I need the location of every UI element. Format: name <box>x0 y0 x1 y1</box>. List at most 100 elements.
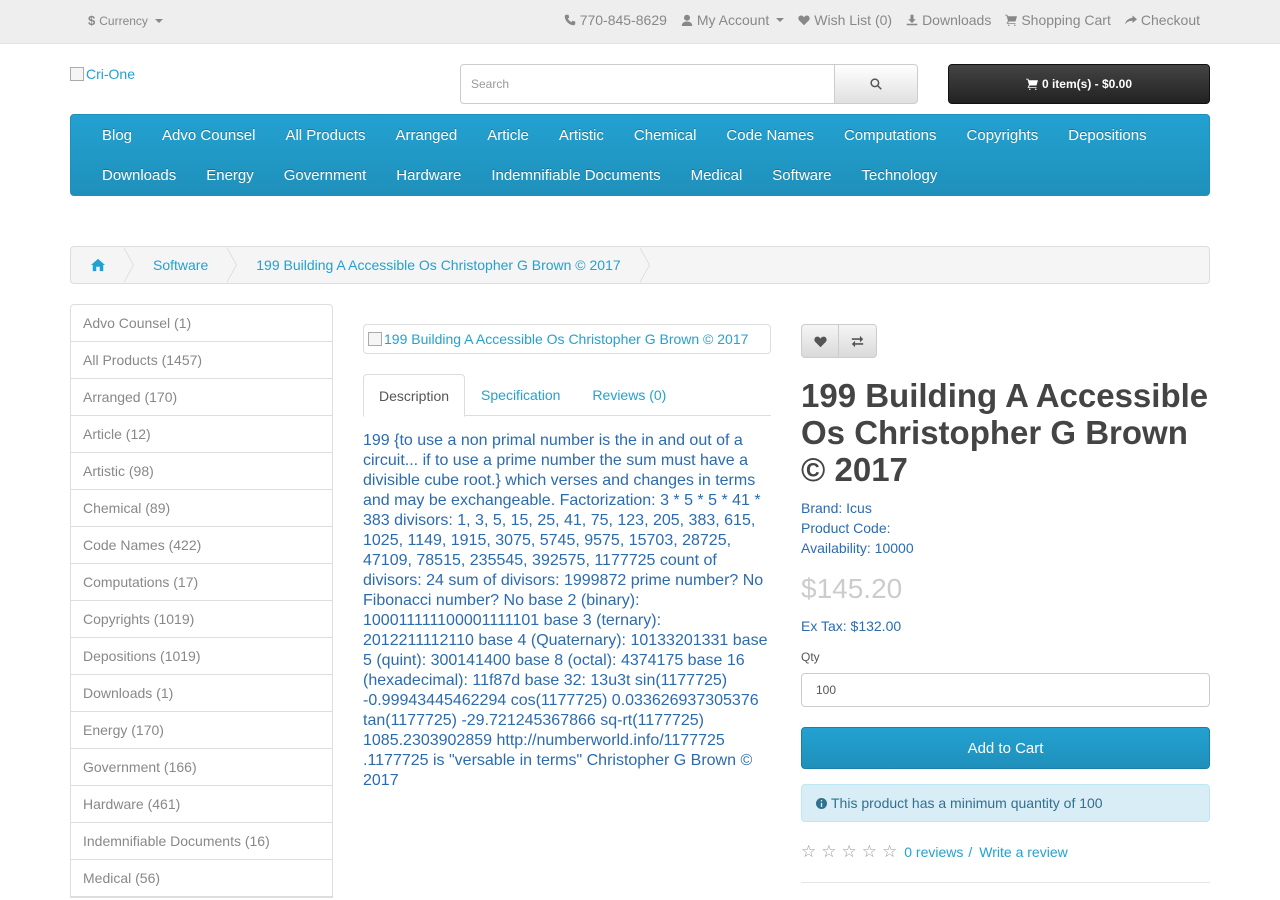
phone-link[interactable]: 770-845-8629 <box>564 12 667 28</box>
menu-item-copyrights[interactable]: Copyrights <box>952 127 1054 144</box>
breadcrumb-product-label: 199 Building A Accessible Os Christopher… <box>256 257 621 273</box>
quantity-input[interactable] <box>801 673 1210 707</box>
menu-item-chemical[interactable]: Chemical <box>619 127 712 144</box>
sidebar-item-computations[interactable]: Computations (17) <box>71 564 332 601</box>
separator: / <box>968 843 973 860</box>
product-image-alt: 199 Building A Accessible Os Christopher… <box>384 331 749 347</box>
menu-item-hardware[interactable]: Hardware <box>381 167 476 184</box>
tab-specification[interactable]: Specification <box>465 374 576 416</box>
top-links: 770-845-8629 My Account Wish List (0) Do… <box>564 12 1200 28</box>
sidebar-item-code-names[interactable]: Code Names (422) <box>71 527 332 564</box>
my-account-label: My Account <box>696 12 770 28</box>
currency-dropdown[interactable]: $ Currency <box>88 13 163 28</box>
star-empty-icon: ☆ <box>861 842 877 861</box>
search-input[interactable] <box>460 64 835 104</box>
menu-item-blog[interactable]: Blog <box>87 127 147 144</box>
checkout-link[interactable]: Checkout <box>1124 12 1200 28</box>
reviews-link[interactable]: 0 reviews <box>904 844 963 860</box>
menu-item-all-products[interactable]: All Products <box>270 127 380 144</box>
menu-item-advo-counsel[interactable]: Advo Counsel <box>147 127 270 144</box>
sidebar-item-advo-counsel[interactable]: Advo Counsel (1) <box>71 305 332 342</box>
wish-list-link[interactable]: Wish List (0) <box>798 12 892 28</box>
menu-item-technology[interactable]: Technology <box>846 167 952 184</box>
sidebar-item-copyrights[interactable]: Copyrights (1019) <box>71 601 332 638</box>
product-title: 199 Building A Accessible Os Christopher… <box>801 377 1209 488</box>
product-thumbnail[interactable]: 199 Building A Accessible Os Christopher… <box>363 324 771 354</box>
menu-item-government[interactable]: Government <box>269 167 382 184</box>
brand-row: Brand: Icus <box>801 498 914 518</box>
search-button[interactable] <box>835 64 918 104</box>
sidebar-item-government[interactable]: Government (166) <box>71 749 332 786</box>
menu-item-downloads[interactable]: Downloads <box>87 167 191 184</box>
star-empty-icon: ☆ <box>841 842 857 861</box>
menu-item-arranged[interactable]: Arranged <box>380 127 472 144</box>
ex-tax-price: Ex Tax: $132.00 <box>801 618 902 634</box>
breadcrumb-category[interactable]: Software <box>133 247 238 283</box>
product-meta: Brand: Icus Product Code: Availability: … <box>801 498 914 558</box>
info-circle-icon <box>816 797 827 809</box>
sidebar-item-artistic[interactable]: Artistic (98) <box>71 453 332 490</box>
menu-item-code-names[interactable]: Code Names <box>711 127 829 144</box>
sidebar-item-indemnifiable-documents[interactable]: Indemnifiable Documents (16) <box>71 823 332 860</box>
product-tabs: Description Specification Reviews (0) <box>363 374 771 417</box>
top-bar: $ Currency 770-845-8629 My Account Wish … <box>0 0 1280 44</box>
sidebar-item-hardware[interactable]: Hardware (461) <box>71 786 332 823</box>
menu-item-article[interactable]: Article <box>472 127 544 144</box>
availability-value: 10000 <box>874 540 914 556</box>
currency-label: Currency <box>99 13 148 28</box>
sidebar-item-medical[interactable]: Medical (56) <box>71 860 332 897</box>
logo-link[interactable]: Cri-One <box>70 66 135 82</box>
wish-list-label: Wish List (0) <box>814 12 893 28</box>
cart-button[interactable]: 0 item(s) - $0.00 <box>948 64 1210 104</box>
breadcrumb: Software 199 Building A Accessible Os Ch… <box>70 246 1210 284</box>
search-group <box>460 64 918 104</box>
sidebar-item-depositions[interactable]: Depositions (1019) <box>71 638 332 675</box>
phone-icon <box>564 14 575 26</box>
category-sidebar: Advo Counsel (1) All Products (1457) Arr… <box>70 304 333 898</box>
downloads-label: Downloads <box>922 12 992 28</box>
menu-item-medical[interactable]: Medical <box>676 167 758 184</box>
broken-image-icon <box>368 332 382 346</box>
sidebar-item-chemical[interactable]: Chemical (89) <box>71 490 332 527</box>
add-to-cart-button[interactable]: Add to Cart <box>801 727 1210 769</box>
sidebar-item-energy[interactable]: Energy (170) <box>71 712 332 749</box>
tab-reviews[interactable]: Reviews (0) <box>576 374 682 416</box>
checkout-label: Checkout <box>1140 12 1200 28</box>
tab-description[interactable]: Description <box>363 374 466 417</box>
heart-icon <box>813 336 827 347</box>
breadcrumb-product[interactable]: 199 Building A Accessible Os Christopher… <box>236 247 651 283</box>
shopping-cart-link[interactable]: Shopping Cart <box>1005 12 1111 28</box>
qty-label: Qty <box>801 650 820 664</box>
product-code-label: Product Code: <box>801 520 891 536</box>
breadcrumb-category-label: Software <box>153 257 209 273</box>
rating-row: ☆ ☆ ☆ ☆ ☆ 0 reviews / Write a review <box>801 843 1068 860</box>
min-quantity-alert: This product has a minimum quantity of 1… <box>801 784 1210 822</box>
menu-item-depositions[interactable]: Depositions <box>1053 127 1161 144</box>
downloads-link[interactable]: Downloads <box>906 12 991 28</box>
sidebar-item-downloads[interactable]: Downloads (1) <box>71 675 332 712</box>
shopping-cart-label: Shopping Cart <box>1021 12 1111 28</box>
menu-item-artistic[interactable]: Artistic <box>544 127 619 144</box>
menu-row: Downloads Energy Government Hardware Ind… <box>87 155 1193 195</box>
write-review-link[interactable]: Write a review <box>979 844 1067 860</box>
exchange-icon <box>851 335 864 347</box>
menu-item-software[interactable]: Software <box>757 167 846 184</box>
product-description: 199 {to use a non primal number is the i… <box>363 432 768 789</box>
star-empty-icon: ☆ <box>821 842 837 861</box>
sidebar-item-article[interactable]: Article (12) <box>71 416 332 453</box>
share-icon <box>1124 15 1137 25</box>
breadcrumb-home[interactable] <box>71 247 134 283</box>
menu-item-indemnifiable-documents[interactable]: Indemnifiable Documents <box>476 167 675 184</box>
menu-item-energy[interactable]: Energy <box>191 167 269 184</box>
user-icon <box>681 14 693 26</box>
brand-link[interactable]: Icus <box>846 500 872 516</box>
menu-item-computations[interactable]: Computations <box>829 127 952 144</box>
my-account-dropdown[interactable]: My Account <box>681 12 785 28</box>
compare-button[interactable] <box>839 324 877 358</box>
product-action-buttons <box>801 324 877 358</box>
search-icon <box>870 78 882 90</box>
sidebar-item-arranged[interactable]: Arranged (170) <box>71 379 332 416</box>
add-to-wishlist-button[interactable] <box>801 324 839 358</box>
sidebar-item-all-products[interactable]: All Products (1457) <box>71 342 332 379</box>
logo-alt-text: Cri-One <box>86 66 136 82</box>
